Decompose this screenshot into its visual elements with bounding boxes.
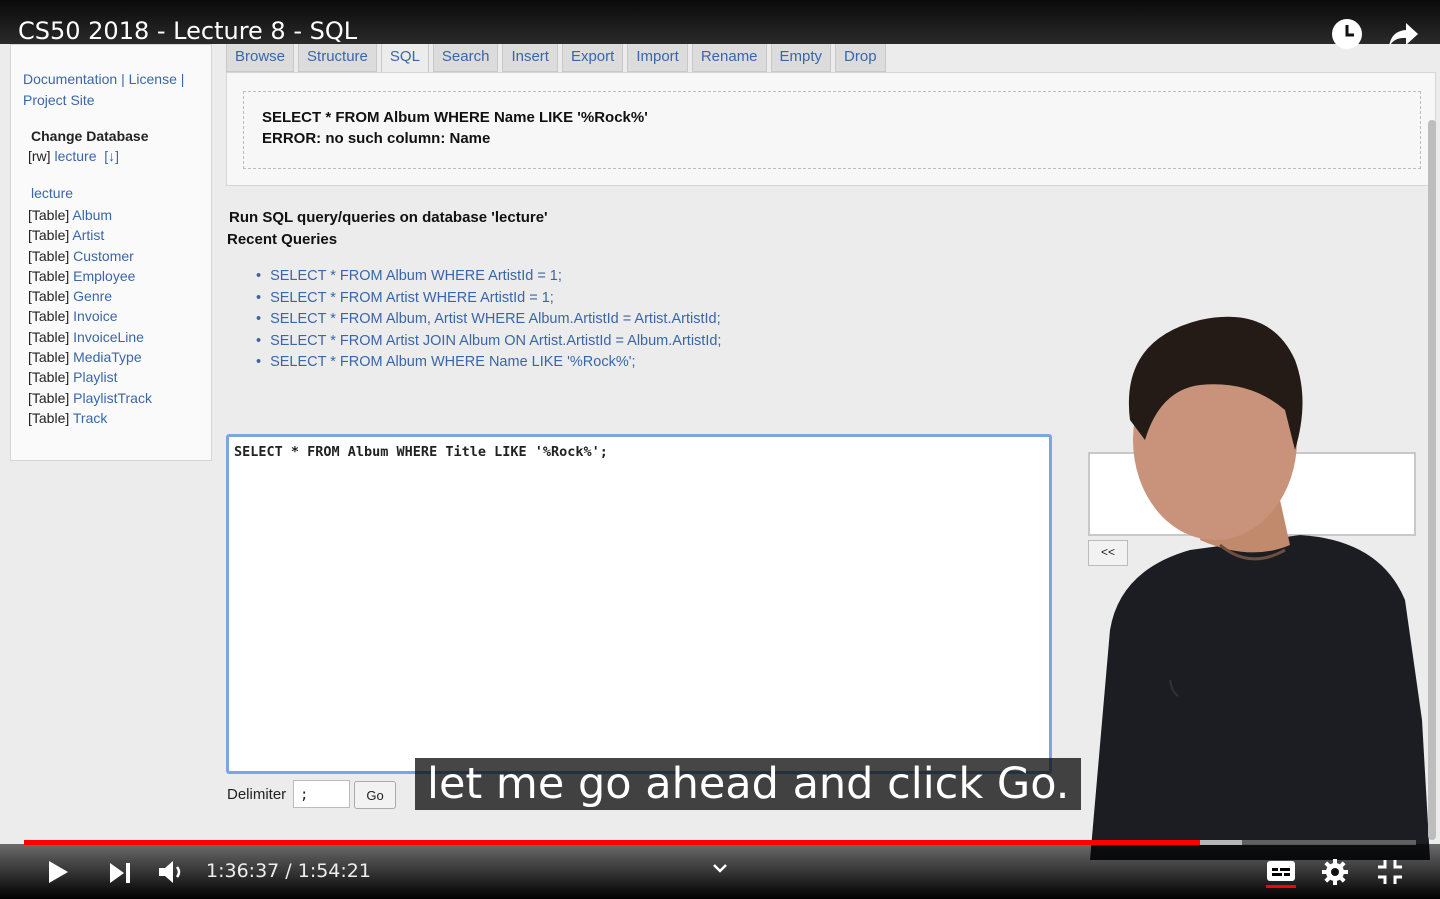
next-icon[interactable] (107, 860, 133, 886)
sidebar-table-item: [Table] Genre (28, 286, 152, 306)
chevron-down-icon[interactable] (710, 861, 730, 875)
sidebar-links: Documentation | License | Project Site (23, 71, 185, 108)
recent-queries-list: SELECT * FROM Album WHERE ArtistId = 1;S… (256, 268, 721, 376)
table-link-playlisttrack[interactable]: PlaylistTrack (73, 390, 152, 406)
share-icon[interactable] (1386, 17, 1420, 51)
sidebar-table-item: [Table] Track (28, 408, 152, 428)
sidebar-table-item: [Table] Invoice (28, 306, 152, 326)
table-prefix: [Table] (28, 389, 70, 406)
sidebar-table-item: [Table] InvoiceLine (28, 327, 152, 347)
current-database: [rw] lecture [↓] (28, 148, 119, 164)
table-link-employee[interactable]: Employee (73, 268, 135, 284)
tab-rename[interactable]: Rename (691, 44, 767, 72)
query-result-panel: SELECT * FROM Album WHERE Name LIKE '%Ro… (226, 72, 1436, 186)
download-database-link[interactable]: [↓] (104, 148, 119, 164)
tab-import[interactable]: Import (627, 44, 688, 72)
error-message: ERROR: no such column: Name (262, 130, 491, 147)
documentation-link[interactable]: Documentation (23, 71, 117, 87)
executed-query: SELECT * FROM Album WHERE Name LIKE '%Ro… (262, 109, 648, 126)
table-prefix: [Table] (28, 247, 70, 264)
delimiter-label: Delimiter (227, 786, 287, 803)
table-prefix: [Table] (28, 227, 70, 244)
recent-query-link[interactable]: SELECT * FROM Album WHERE Name LIKE '%Ro… (256, 354, 721, 376)
tab-sql[interactable]: SQL (380, 44, 429, 72)
sidebar-table-item: [Table] Artist (28, 225, 152, 245)
sidebar-table-item: [Table] Employee (28, 266, 152, 286)
tab-drop[interactable]: Drop (835, 44, 886, 72)
video-title[interactable]: CS50 2018 - Lecture 8 - SQL (18, 17, 357, 45)
tab-structure[interactable]: Structure (298, 44, 377, 72)
captions-active-indicator (1266, 885, 1296, 888)
table-prefix: [Table] (28, 409, 70, 426)
table-link-artist[interactable]: Artist (72, 227, 104, 243)
settings-icon[interactable] (1321, 858, 1349, 886)
table-prefix: [Table] (28, 288, 70, 305)
exit-fullscreen-icon[interactable] (1376, 858, 1404, 886)
progress-bar[interactable] (24, 840, 1416, 845)
change-database-heading: Change Database (31, 128, 149, 144)
caption-text: let me go ahead and click Go. (415, 758, 1082, 810)
time-display: 1:36:37 / 1:54:21 (206, 860, 371, 882)
table-link-mediatype[interactable]: MediaType (73, 349, 141, 365)
table-prefix: [Table] (28, 267, 70, 284)
database-name-link[interactable]: lecture (31, 185, 73, 201)
progress-played (24, 840, 1201, 845)
database-link[interactable]: lecture (54, 148, 96, 164)
tab-bar: Browse Structure SQL Search Insert Export Impo… (226, 44, 886, 72)
sidebar-table-item: [Table] Playlist (28, 367, 152, 387)
tab-empty[interactable]: Empty (770, 44, 832, 72)
delimiter-input[interactable]: ; (293, 780, 350, 808)
sidebar-table-item: [Table] PlaylistTrack (28, 388, 152, 408)
recent-query-link[interactable]: SELECT * FROM Album, Artist WHERE Album.… (256, 311, 721, 333)
table-prefix: [Table] (28, 328, 70, 345)
table-list: [Table] Album [Table] Artist [Table] Custo… (28, 205, 152, 428)
tab-browse[interactable]: Browse (226, 44, 295, 72)
table-prefix: [Table] (28, 349, 70, 366)
recent-query-link[interactable]: SELECT * FROM Artist WHERE ArtistId = 1; (256, 290, 721, 312)
table-link-track[interactable]: Track (73, 410, 107, 426)
tab-insert[interactable]: Insert (502, 44, 558, 72)
run-sql-heading: Run SQL query/queries on database 'lectu… (229, 209, 548, 226)
table-link-playlist[interactable]: Playlist (73, 369, 117, 385)
recent-queries-heading: Recent Queries (227, 231, 338, 248)
sidebar: Documentation | License | Project Site C… (10, 44, 212, 461)
player-top-bar: CS50 2018 - Lecture 8 - SQL (0, 0, 1440, 49)
sidebar-table-item: [Table] Customer (28, 246, 152, 266)
tab-export[interactable]: Export (561, 44, 624, 72)
go-button[interactable]: Go (354, 781, 396, 809)
table-prefix: [Table] (28, 369, 70, 386)
error-box: SELECT * FROM Album WHERE Name LIKE '%Ro… (243, 91, 1421, 169)
recent-query-link[interactable]: SELECT * FROM Album WHERE ArtistId = 1; (256, 268, 721, 290)
recent-query-link[interactable]: SELECT * FROM Artist JOIN Album ON Artis… (256, 333, 721, 355)
play-icon[interactable] (44, 858, 72, 886)
license-link[interactable]: License (129, 71, 177, 87)
rw-prefix: [rw] (28, 148, 51, 164)
presenter-image (1090, 316, 1430, 860)
sql-query-text: SELECT * FROM Album WHERE Title LIKE '%R… (234, 444, 608, 460)
clock-icon[interactable] (1330, 17, 1364, 51)
captions-icon[interactable] (1266, 860, 1296, 884)
tab-search[interactable]: Search (432, 44, 499, 72)
sql-query-textarea[interactable]: SELECT * FROM Album WHERE Title LIKE '%R… (226, 434, 1052, 774)
sidebar-table-item: [Table] Album (28, 205, 152, 225)
sidebar-table-item: [Table] MediaType (28, 347, 152, 367)
table-link-customer[interactable]: Customer (73, 248, 134, 264)
table-prefix: [Table] (28, 207, 70, 223)
table-link-invoice[interactable]: Invoice (73, 308, 117, 324)
table-link-genre[interactable]: Genre (73, 288, 112, 304)
table-link-invoiceline[interactable]: InvoiceLine (73, 329, 144, 345)
table-prefix: [Table] (28, 308, 70, 325)
table-link-album[interactable]: Album (72, 207, 112, 223)
page-scrollbar[interactable] (1428, 120, 1436, 840)
project-site-link[interactable]: Project Site (23, 92, 95, 108)
volume-icon[interactable] (156, 858, 186, 886)
